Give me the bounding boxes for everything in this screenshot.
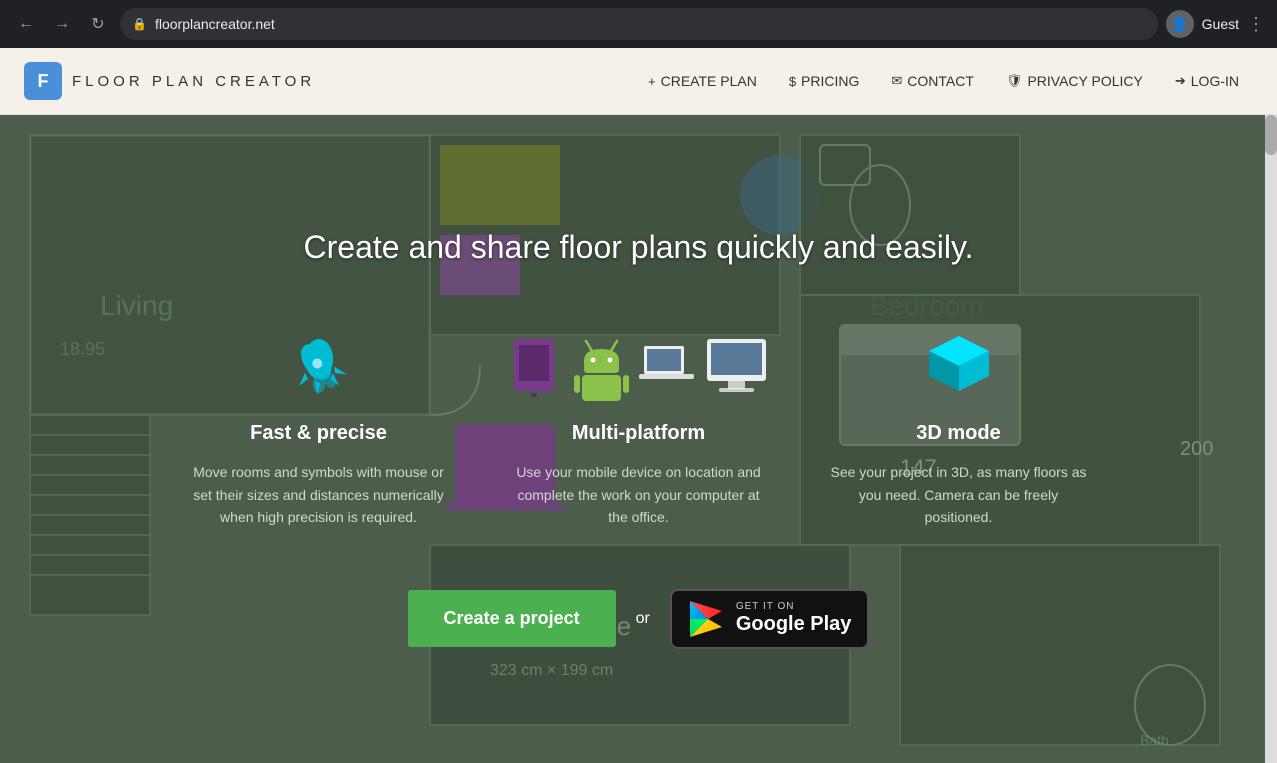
feature-fast-precise: Fast & precise Move rooms and symbols wi…: [189, 326, 449, 528]
features-row: Fast & precise Move rooms and symbols wi…: [189, 326, 1089, 528]
lock-icon: 🔒: [132, 17, 147, 31]
hero-section: Living 18.95 Bedroom 147 200: [0, 115, 1277, 763]
platform-icons: [509, 331, 769, 401]
feature-multi-platform-title: Multi-platform: [572, 422, 705, 445]
site-title: FLOOR PLAN CREATOR: [72, 73, 315, 90]
logo-area: F FLOOR PLAN CREATOR: [24, 62, 634, 100]
nav-pricing-label: PRICING: [801, 73, 859, 89]
user-label: Guest: [1202, 16, 1239, 32]
feature-3d-mode-desc: See your project in 3D, as many floors a…: [829, 461, 1089, 528]
tablet-icon: [509, 331, 564, 401]
mail-icon: ✉: [891, 73, 902, 89]
login-icon: ➔: [1175, 73, 1186, 89]
browser-menu-button[interactable]: ⋮: [1247, 14, 1265, 35]
multiplatform-icon-container: [509, 326, 769, 406]
feature-3d-mode: 3D mode See your project in 3D, as many …: [829, 326, 1089, 528]
nav-login[interactable]: ➔ LOG-IN: [1161, 65, 1253, 97]
monitor-icon: [704, 331, 769, 401]
hero-content: Create and share floor plans quickly and…: [0, 115, 1277, 763]
user-area: 👤 Guest ⋮: [1166, 10, 1265, 38]
cube-icon: [924, 331, 994, 401]
feature-multi-platform-desc: Use your mobile device on location and c…: [509, 461, 769, 528]
feature-multi-platform: Multi-platform Use your mobile device on…: [509, 326, 769, 528]
google-play-text: GET IT ON Google Play: [736, 601, 852, 636]
plus-icon: +: [648, 74, 656, 89]
rocket-icon-container: [284, 326, 354, 406]
or-separator: or: [636, 610, 650, 628]
logo-letter: F: [38, 71, 49, 92]
cta-row: Create a project or: [408, 589, 870, 649]
back-button[interactable]: ←: [12, 10, 40, 38]
scrollbar-thumb[interactable]: [1265, 115, 1277, 155]
feature-3d-mode-title: 3D mode: [916, 422, 1000, 445]
nav-contact[interactable]: ✉ CONTACT: [877, 65, 988, 97]
nav-privacy-label: PRIVACY POLICY: [1027, 73, 1142, 89]
url-text: floorplancreator.net: [155, 16, 275, 32]
reload-button[interactable]: ↻: [84, 10, 112, 38]
feature-fast-precise-desc: Move rooms and symbols with mouse or set…: [189, 461, 449, 528]
cube-icon-container: [924, 326, 994, 406]
avatar: 👤: [1166, 10, 1194, 38]
shield-icon: 🛡: [1006, 73, 1023, 89]
main-nav: + CREATE PLAN $ PRICING ✉ CONTACT 🛡 PRIV…: [634, 65, 1253, 97]
android-icon: [574, 331, 629, 401]
scrollbar[interactable]: [1265, 115, 1277, 763]
nav-contact-label: CONTACT: [907, 73, 974, 89]
hero-title: Create and share floor plans quickly and…: [304, 229, 974, 266]
nav-pricing[interactable]: $ PRICING: [775, 65, 874, 97]
site-header: F FLOOR PLAN CREATOR + CREATE PLAN $ PRI…: [0, 48, 1277, 115]
logo-box: F: [24, 62, 62, 100]
nav-create-plan-label: CREATE PLAN: [661, 73, 757, 89]
forward-button[interactable]: →: [48, 10, 76, 38]
google-play-button[interactable]: GET IT ON Google Play: [670, 589, 870, 649]
create-project-button[interactable]: Create a project: [408, 590, 616, 647]
nav-privacy[interactable]: 🛡 PRIVACY POLICY: [992, 65, 1157, 97]
feature-fast-precise-title: Fast & precise: [250, 422, 387, 445]
nav-create-plan[interactable]: + CREATE PLAN: [634, 65, 771, 97]
address-bar[interactable]: 🔒 floorplancreator.net: [120, 8, 1158, 40]
google-play-large-text: Google Play: [736, 612, 852, 636]
rocket-icon: [284, 331, 354, 401]
nav-login-label: LOG-IN: [1191, 73, 1239, 89]
laptop-icon: [639, 331, 694, 401]
google-play-small-text: GET IT ON: [736, 601, 852, 612]
google-play-icon: [688, 599, 724, 639]
browser-chrome: ← → ↻ 🔒 floorplancreator.net 👤 Guest ⋮: [0, 0, 1277, 48]
dollar-icon: $: [789, 74, 796, 89]
